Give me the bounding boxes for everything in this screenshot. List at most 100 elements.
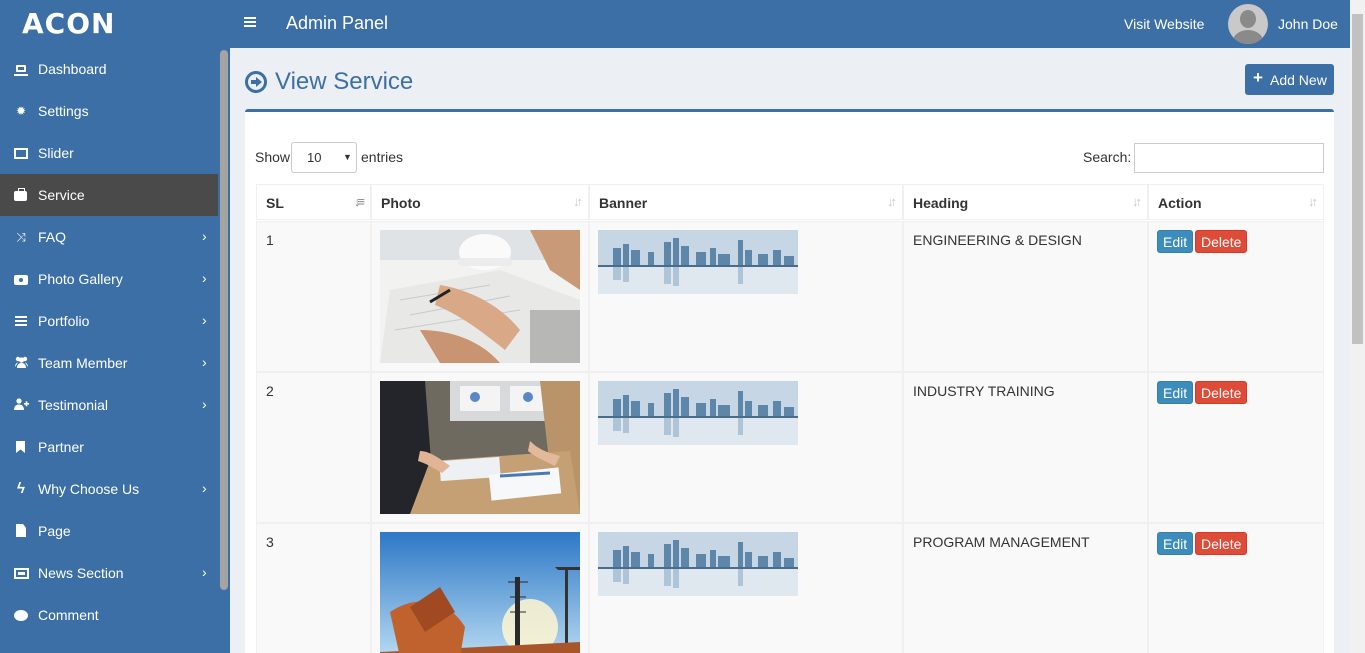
add-new-label: Add New	[1270, 72, 1327, 88]
sidebar-item-label: Why Choose Us	[38, 481, 140, 497]
column-header-heading[interactable]: Heading ↓↑	[903, 184, 1148, 220]
sidebar-scrollbar-thumb[interactable]	[220, 50, 228, 590]
newspaper-icon	[14, 568, 29, 579]
image-icon	[14, 148, 28, 159]
camera-icon	[14, 275, 28, 285]
service-banner-image	[598, 230, 798, 294]
entries-select[interactable]: 10 ▼	[291, 142, 357, 173]
random-icon: ⤨	[16, 230, 26, 244]
column-header-sl[interactable]: SL ↓≡	[256, 184, 371, 220]
sidebar-item-partner[interactable]: Partner	[0, 426, 218, 468]
column-header-photo[interactable]: Photo ↓↑	[371, 184, 589, 220]
heading-cell: INDUSTRY TRAINING	[903, 372, 1148, 523]
search-label: Search:	[1083, 149, 1132, 165]
gear-icon	[14, 104, 28, 118]
sidebar-item-label: Page	[38, 523, 71, 539]
entries-select-value: 10	[307, 150, 322, 165]
edit-button[interactable]: Edit	[1157, 532, 1194, 555]
column-header-banner[interactable]: Banner ↓↑	[589, 184, 903, 220]
sidebar-item-testimonial[interactable]: Testimonial ›	[0, 384, 218, 426]
heading-cell: PROGRAM MANAGEMENT	[903, 523, 1148, 653]
column-header-action[interactable]: Action ↓↑	[1148, 184, 1324, 220]
sidebar-item-portfolio[interactable]: Portfolio ›	[0, 300, 218, 342]
sort-icon: ↓↑	[1132, 194, 1142, 209]
sidebar-item-label: Team Member	[38, 355, 128, 371]
chevron-right-icon: ›	[202, 564, 207, 580]
chevron-right-icon: ›	[202, 480, 207, 496]
user-plus-icon	[14, 398, 29, 412]
logo-text: ACON	[22, 7, 116, 40]
sidebar-item-label: Portfolio	[38, 313, 90, 329]
heading-cell: ENGINEERING & DESIGN	[903, 221, 1148, 372]
bars-icon	[14, 314, 28, 328]
sidebar-item-settings[interactable]: Settings	[0, 90, 218, 132]
service-banner-image	[598, 381, 798, 445]
sort-icon: ↓↑	[887, 194, 897, 209]
page-scrollbar-thumb[interactable]	[1352, 14, 1363, 344]
sidebar-item-page[interactable]: Page	[0, 510, 218, 552]
sidebar-item-label: Dashboard	[38, 61, 107, 77]
sidebar-item-news-section[interactable]: News Section ›	[0, 552, 218, 594]
briefcase-icon	[14, 188, 27, 201]
sidebar-item-label: News Section	[38, 565, 124, 581]
visit-website-link[interactable]: Visit Website	[1124, 16, 1204, 32]
sidebar: Dashboard Settings Slider Service ⤨ FAQ …	[0, 48, 230, 653]
sidebar-item-label: Service	[38, 187, 85, 203]
service-photo-program	[380, 532, 580, 653]
sidebar-item-label: Comment	[38, 607, 99, 623]
sidebar-item-dashboard[interactable]: Dashboard	[0, 48, 218, 90]
sidebar-item-team-member[interactable]: Team Member ›	[0, 342, 218, 384]
sidebar-item-comment[interactable]: Comment	[0, 594, 218, 636]
sl-cell: 1	[256, 221, 371, 372]
sort-icon: ↓↑	[573, 194, 583, 209]
caret-down-icon: ▼	[343, 152, 352, 162]
sidebar-toggle-icon[interactable]	[244, 14, 258, 32]
chevron-right-icon: ›	[202, 396, 207, 412]
service-banner-image	[598, 532, 798, 596]
avatar[interactable]	[1228, 4, 1268, 44]
users-icon	[14, 356, 28, 370]
plus-icon: +	[1253, 68, 1263, 87]
panel-title: Admin Panel	[286, 13, 389, 33]
laptop-icon	[14, 65, 28, 76]
sidebar-item-slider[interactable]: Slider	[0, 132, 218, 174]
sort-icon: ↓↑	[1308, 194, 1318, 209]
user-name[interactable]: John Doe	[1278, 16, 1338, 32]
arrow-circle-right-icon	[245, 71, 267, 93]
delete-button[interactable]: Delete	[1195, 532, 1248, 555]
service-photo-training	[380, 381, 580, 514]
sidebar-item-service[interactable]: Service	[0, 174, 218, 216]
logo[interactable]: ACON	[0, 0, 230, 48]
service-photo-engineering	[380, 230, 580, 363]
sidebar-item-photo-gallery[interactable]: Photo Gallery ›	[0, 258, 218, 300]
sidebar-item-label: Photo Gallery	[38, 271, 123, 287]
sidebar-item-label: FAQ	[38, 229, 67, 245]
chevron-right-icon: ›	[202, 354, 207, 370]
edit-button[interactable]: Edit	[1157, 230, 1194, 253]
sl-cell: 3	[256, 523, 371, 653]
file-icon	[16, 524, 26, 537]
page-title: View Service	[275, 68, 414, 95]
sidebar-item-label: Slider	[38, 145, 74, 161]
sl-cell: 2	[256, 372, 371, 523]
sidebar-item-label: Settings	[38, 103, 89, 119]
entries-label: entries	[361, 149, 404, 165]
sidebar-item-why-choose-us[interactable]: Why Choose Us ›	[0, 468, 218, 510]
edit-button[interactable]: Edit	[1157, 381, 1194, 404]
bookmark-icon	[16, 441, 25, 453]
comment-icon	[14, 610, 28, 621]
delete-button[interactable]: Delete	[1195, 230, 1248, 253]
sidebar-item-label: Testimonial	[38, 397, 109, 413]
chevron-right-icon: ›	[202, 312, 207, 328]
sort-asc-icon: ↓≡	[353, 194, 365, 209]
search-input[interactable]	[1134, 143, 1324, 173]
add-new-button[interactable]: + Add New	[1245, 64, 1334, 95]
chevron-right-icon: ›	[202, 228, 207, 244]
sidebar-item-label: Partner	[38, 439, 84, 455]
delete-button[interactable]: Delete	[1195, 381, 1248, 404]
sidebar-item-faq[interactable]: ⤨ FAQ ›	[0, 216, 218, 258]
bolt-icon	[14, 482, 28, 496]
top-header: ACON Admin Panel Visit Website John Doe	[0, 0, 1365, 48]
chevron-right-icon: ›	[202, 270, 207, 286]
show-label: Show	[255, 149, 291, 165]
